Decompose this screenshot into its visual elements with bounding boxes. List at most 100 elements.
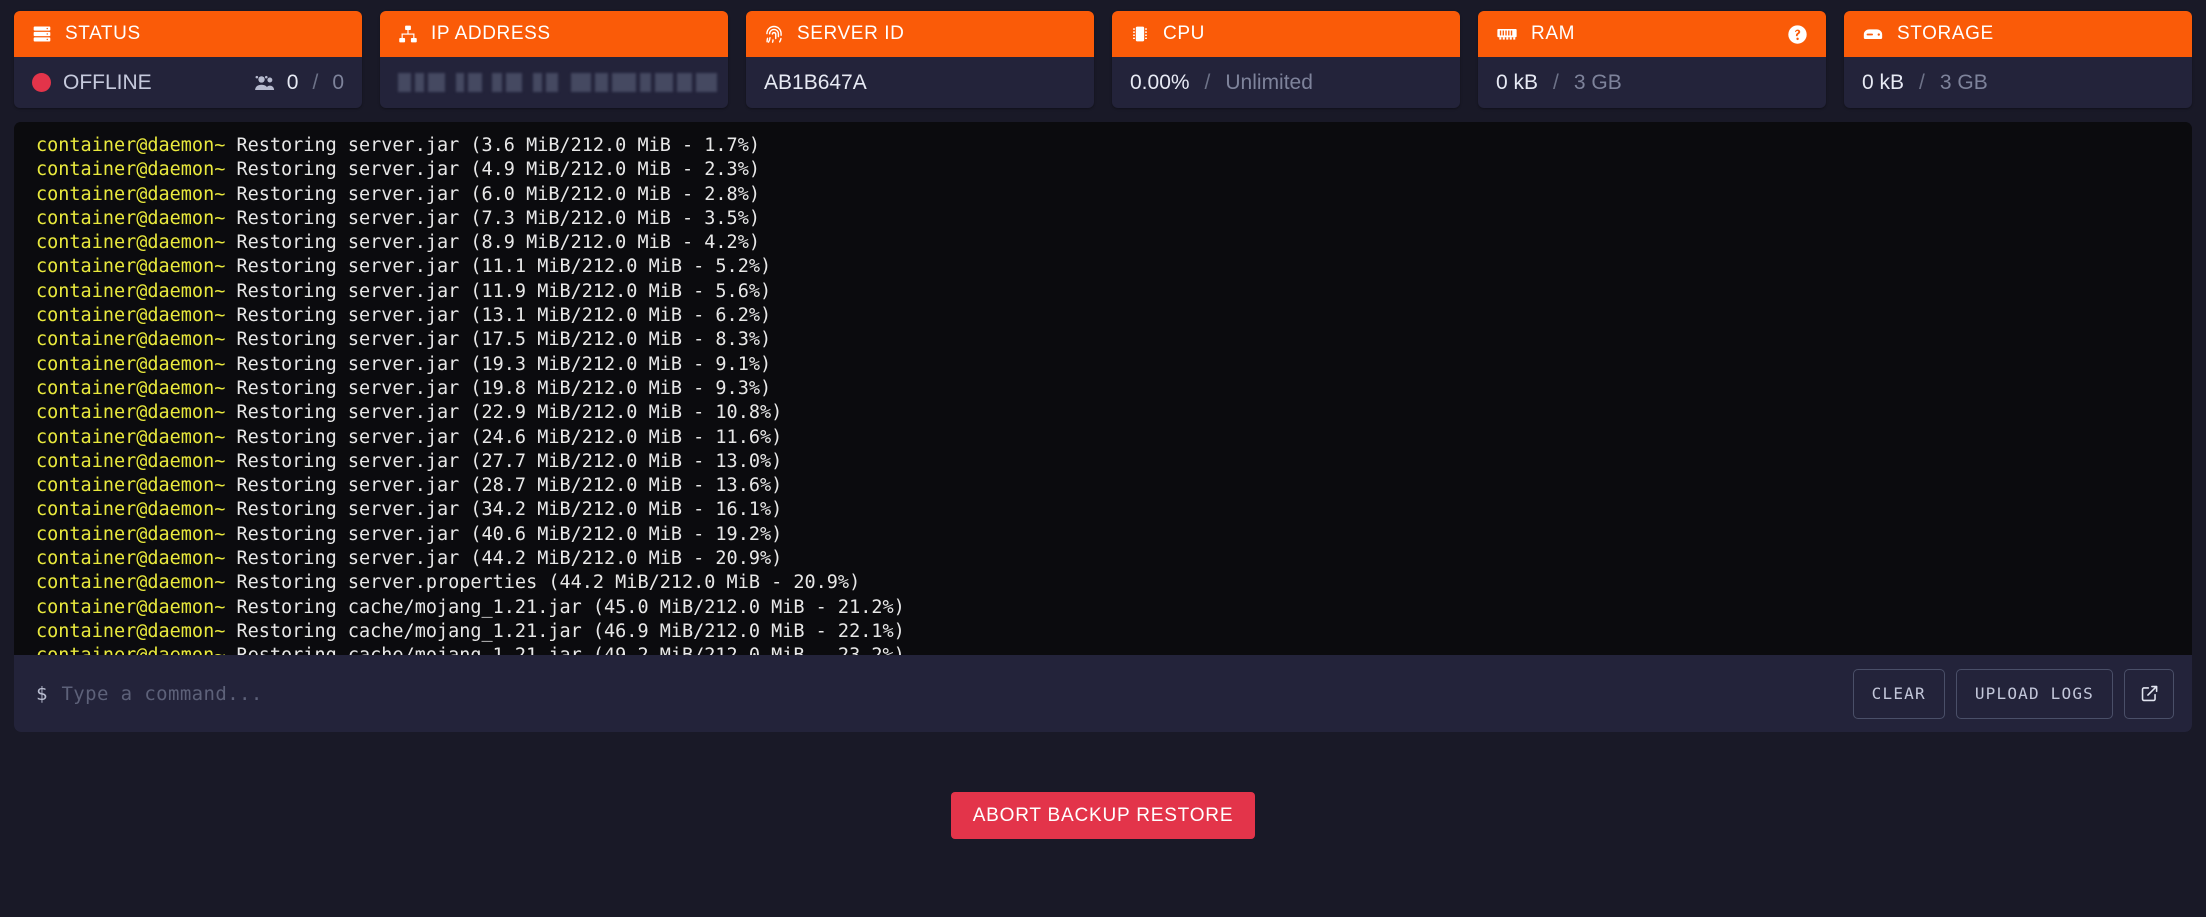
- cpu-limit: Unlimited: [1225, 71, 1313, 95]
- console-log-prefix: container@daemon~: [36, 548, 236, 569]
- upload-logs-button[interactable]: UPLOAD LOGS: [1956, 669, 2113, 719]
- server-id-card: SERVER ID AB1B647A: [746, 11, 1094, 108]
- console-log-prefix: container@daemon~: [36, 354, 236, 375]
- ip-address-card-body: [380, 57, 728, 108]
- ram-value: 0 kB: [1496, 71, 1538, 95]
- console-log-line: container@daemon~ Restoring server.jar (…: [36, 280, 2170, 304]
- console-log-message: Restoring server.jar (13.1 MiB/212.0 MiB…: [236, 305, 771, 326]
- storage-card-body: 0 kB / 3 GB: [1844, 57, 2192, 108]
- ram-card-header: RAM: [1478, 11, 1826, 57]
- console-log-prefix: container@daemon~: [36, 135, 236, 156]
- command-bar: $ CLEAR UPLOAD LOGS: [14, 655, 2192, 732]
- console-log-prefix: container@daemon~: [36, 572, 236, 593]
- console-log-message: Restoring server.jar (19.3 MiB/212.0 MiB…: [236, 354, 771, 375]
- console-log-line: container@daemon~ Restoring server.jar (…: [36, 207, 2170, 231]
- ram-card: RAM 0 kB / 3 GB: [1478, 11, 1826, 108]
- clear-button[interactable]: CLEAR: [1853, 669, 1945, 719]
- popout-console-button[interactable]: [2124, 669, 2174, 719]
- console-log-message: Restoring server.jar (22.9 MiB/212.0 MiB…: [236, 402, 782, 423]
- storage-card: STORAGE 0 kB / 3 GB: [1844, 11, 2192, 108]
- console-log-line: container@daemon~ Restoring server.jar (…: [36, 134, 2170, 158]
- console-log-message: Restoring server.jar (7.3 MiB/212.0 MiB …: [236, 208, 759, 229]
- external-link-icon: [2140, 684, 2159, 703]
- console-log-message: Restoring server.jar (11.1 MiB/212.0 MiB…: [236, 256, 771, 277]
- status-card-title: STATUS: [65, 23, 141, 45]
- player-count: 0 / 0: [254, 71, 344, 95]
- server-id-value: AB1B647A: [764, 71, 867, 95]
- microchip-icon: [1130, 24, 1150, 44]
- console-log-line: container@daemon~ Restoring server.jar (…: [36, 474, 2170, 498]
- console-log-message: Restoring server.jar (8.9 MiB/212.0 MiB …: [236, 232, 759, 253]
- console-log-prefix: container@daemon~: [36, 524, 236, 545]
- status-card-body: OFFLINE 0 / 0: [14, 57, 362, 108]
- console-log-message: Restoring server.jar (40.6 MiB/212.0 MiB…: [236, 524, 782, 545]
- status-card: STATUS OFFLINE: [14, 11, 362, 108]
- console-log-line: container@daemon~ Restoring server.jar (…: [36, 304, 2170, 328]
- console-log-line: container@daemon~ Restoring server.jar (…: [36, 158, 2170, 182]
- console-log-prefix: container@daemon~: [36, 499, 236, 520]
- status-indicator-dot: [32, 73, 51, 92]
- console-log-line: container@daemon~ Restoring server.jar (…: [36, 401, 2170, 425]
- status-card-header: STATUS: [14, 11, 362, 57]
- console-log-prefix: container@daemon~: [36, 232, 236, 253]
- cpu-card-header: CPU: [1112, 11, 1460, 57]
- hard-drive-icon: [1862, 25, 1884, 43]
- memory-stick-icon: [1496, 25, 1518, 43]
- ip-address-card-title: IP ADDRESS: [431, 23, 551, 45]
- console-log-prefix: container@daemon~: [36, 208, 236, 229]
- console-log-line: container@daemon~ Restoring server.jar (…: [36, 231, 2170, 255]
- console-log-message: Restoring server.jar (11.9 MiB/212.0 MiB…: [236, 281, 771, 302]
- players-max: 0: [332, 71, 344, 95]
- server-id-card-body: AB1B647A: [746, 57, 1094, 108]
- console-log-prefix: container@daemon~: [36, 329, 236, 350]
- ram-card-title: RAM: [1531, 23, 1575, 45]
- console-log-line: container@daemon~ Restoring cache/mojang…: [36, 620, 2170, 644]
- cpu-value: 0.00%: [1130, 71, 1190, 95]
- ram-card-body: 0 kB / 3 GB: [1478, 57, 1826, 108]
- console-log-prefix: container@daemon~: [36, 305, 236, 326]
- console-log-line: container@daemon~ Restoring server.jar (…: [36, 547, 2170, 571]
- command-input[interactable]: [61, 677, 1838, 711]
- cpu-card-body: 0.00% / Unlimited: [1112, 57, 1460, 108]
- footer-actions: ABORT BACKUP RESTORE: [14, 732, 2192, 917]
- storage-card-header: STORAGE: [1844, 11, 2192, 57]
- console-log-prefix: container@daemon~: [36, 597, 236, 618]
- prompt-symbol-icon: $: [36, 683, 47, 705]
- players-separator: /: [309, 71, 321, 95]
- players-current: 0: [287, 71, 299, 95]
- console-log-prefix: container@daemon~: [36, 159, 236, 180]
- console-log-line: container@daemon~ Restoring server.jar (…: [36, 328, 2170, 352]
- console-log-message: Restoring server.jar (19.8 MiB/212.0 MiB…: [236, 378, 771, 399]
- ip-address-card-header: IP ADDRESS: [380, 11, 728, 57]
- storage-card-title: STORAGE: [1897, 23, 1994, 45]
- server-rack-icon: [32, 24, 52, 44]
- console-log-message: Restoring cache/mojang_1.21.jar (45.0 Mi…: [236, 597, 904, 618]
- console-log-message: Restoring cache/mojang_1.21.jar (46.9 Mi…: [236, 621, 904, 642]
- ip-address-redacted-value: [398, 73, 717, 92]
- fingerprint-icon: [764, 24, 784, 44]
- console-log-line: container@daemon~ Restoring server.jar (…: [36, 183, 2170, 207]
- console-log-line: container@daemon~ Restoring server.jar (…: [36, 523, 2170, 547]
- console-log-message: Restoring server.jar (3.6 MiB/212.0 MiB …: [236, 135, 759, 156]
- console-log-prefix: container@daemon~: [36, 475, 236, 496]
- cpu-card-title: CPU: [1163, 23, 1205, 45]
- console-log-prefix: container@daemon~: [36, 451, 236, 472]
- storage-separator: /: [1916, 71, 1928, 95]
- console-log-line: container@daemon~ Restoring server.prope…: [36, 571, 2170, 595]
- question-circle-icon[interactable]: [1787, 24, 1808, 45]
- ram-limit: 3 GB: [1574, 71, 1622, 95]
- server-id-card-title: SERVER ID: [797, 23, 904, 45]
- server-console-page: STATUS OFFLINE: [0, 0, 2206, 917]
- cpu-card: CPU 0.00% / Unlimited: [1112, 11, 1460, 108]
- storage-value: 0 kB: [1862, 71, 1904, 95]
- console-log-line: container@daemon~ Restoring server.jar (…: [36, 255, 2170, 279]
- abort-backup-restore-button[interactable]: ABORT BACKUP RESTORE: [951, 792, 1256, 839]
- cpu-separator: /: [1202, 71, 1214, 95]
- console-output[interactable]: container@daemon~ Restoring server.jar (…: [14, 122, 2192, 655]
- console-log-line: container@daemon~ Restoring server.jar (…: [36, 426, 2170, 450]
- console-log-prefix: container@daemon~: [36, 621, 236, 642]
- console-log-prefix: container@daemon~: [36, 256, 236, 277]
- console-log-prefix: container@daemon~: [36, 427, 236, 448]
- console-log-message: Restoring server.jar (28.7 MiB/212.0 MiB…: [236, 475, 782, 496]
- console-panel: container@daemon~ Restoring server.jar (…: [14, 122, 2192, 732]
